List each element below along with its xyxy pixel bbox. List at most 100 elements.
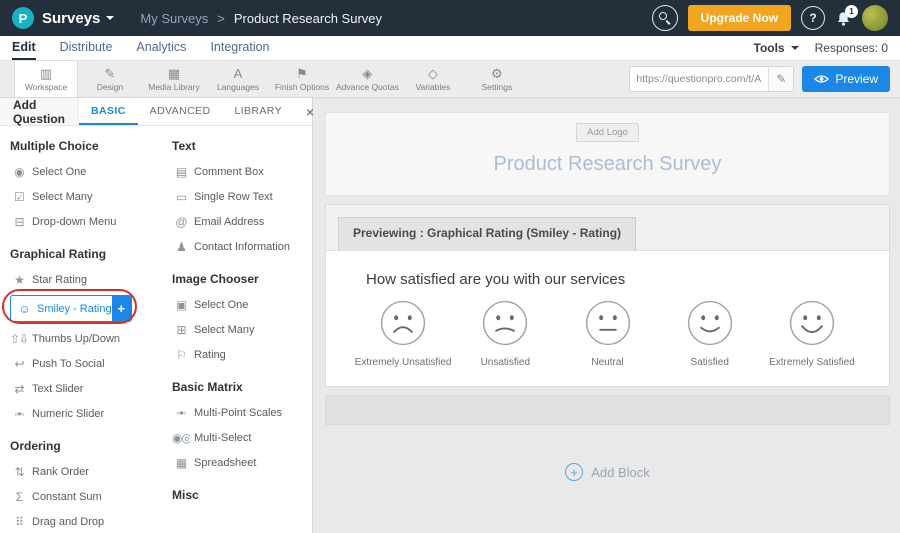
pencil-icon: ✎ [776, 72, 786, 86]
add-block-label: Add Block [591, 465, 650, 480]
breadcrumb: My Surveys > Product Research Survey [140, 11, 382, 26]
tab-integration[interactable]: Integration [210, 36, 269, 60]
question-type-multi-point-scales[interactable]: ◦•◦Multi-Point Scales [172, 400, 312, 425]
add-block-button[interactable]: + Add Block [325, 463, 890, 481]
survey-url-input[interactable] [630, 67, 768, 91]
question-type-label: Text Slider [32, 383, 83, 395]
question-type-rating[interactable]: ⚐Rating [172, 342, 312, 367]
question-type-select-one[interactable]: ◉ Select One [10, 159, 160, 184]
question-type-rank-order[interactable]: ⇅Rank Order [10, 459, 160, 484]
survey-header-card: Add Logo Product Research Survey [325, 112, 890, 196]
question-type-smiley-rating[interactable]: ☺Smiley - Rating+ [10, 295, 132, 322]
radio-icon: ◉ [10, 165, 28, 179]
question-type-select-one[interactable]: ▣Select One [172, 292, 312, 317]
smiley-option-satisfied[interactable]: Satisfied [659, 300, 761, 368]
add-logo-button[interactable]: Add Logo [576, 123, 639, 142]
breadcrumb-my-surveys[interactable]: My Surveys [140, 11, 208, 26]
share-icon: ↩ [10, 357, 28, 371]
tools-menu[interactable]: Tools [754, 41, 799, 55]
preview-header: Previewing : Graphical Rating (Smiley - … [326, 205, 889, 251]
question-type-contact-information[interactable]: ♟Contact Information [172, 234, 312, 259]
workspace: Add Question BASICADVANCEDLIBRARY × Mult… [0, 98, 900, 533]
question-type-label: Select Many [32, 191, 93, 203]
question-type-select-many[interactable]: ☑Select Many [10, 184, 160, 209]
surveys-menu[interactable]: Surveys [42, 10, 114, 27]
toolbar-item-languages[interactable]: ALanguages [206, 61, 270, 97]
question-type-multi-select[interactable]: ◉◎Multi-Select [172, 425, 312, 450]
happy-smiley-icon [687, 300, 733, 346]
smiley-option-extremely-unsatisfied[interactable]: Extremely Unsatisfied [352, 300, 454, 368]
add-question-panel: Add Question BASICADVANCEDLIBRARY × Mult… [0, 98, 313, 533]
previewing-tab[interactable]: Previewing : Graphical Rating (Smiley - … [338, 217, 636, 250]
question-type-label: Star Rating [32, 274, 87, 286]
question-type-select-many[interactable]: ⊞ Select Many [172, 317, 312, 342]
tab-library[interactable]: LIBRARY [222, 98, 294, 125]
text-slider-icon: ⇄ [10, 382, 28, 396]
toolbar-item-finish-options[interactable]: ⚑Finish Options [270, 61, 334, 97]
toolbar-item-workspace[interactable]: ▥Workspace [14, 61, 78, 97]
breadcrumb-separator: > [217, 11, 225, 26]
search-icon [659, 12, 667, 20]
question-type-star-rating[interactable]: ★ Star Rating [10, 267, 160, 292]
toolbar-item-design[interactable]: ✎Design [78, 61, 142, 97]
rank-order-icon: ⇅ [10, 465, 28, 479]
star-icon: ★ [10, 273, 28, 287]
avatar[interactable] [862, 5, 888, 31]
toolbar-item-settings[interactable]: ⚙Settings [465, 61, 529, 97]
smiley-option-label: Unsatisfied [481, 357, 530, 368]
question-type-comment-box[interactable]: ▤Comment Box [172, 159, 312, 184]
question-text[interactable]: How satisfied are you with our services [326, 251, 889, 290]
help-button[interactable]: ? [801, 6, 825, 30]
question-mark-icon: ? [809, 11, 816, 25]
smiley-option-extremely-satisfied[interactable]: Extremely Satisfied [761, 300, 863, 368]
tab-basic[interactable]: BASIC [79, 98, 138, 125]
question-type-label: Select One [32, 166, 86, 178]
toolbar-item-media-library[interactable]: ▦Media Library [142, 61, 206, 97]
neutral-smiley-icon [585, 300, 631, 346]
image-select-many-icon: ⊞ [172, 323, 190, 337]
smiley-option-unsatisfied[interactable]: Unsatisfied [454, 300, 556, 368]
upgrade-button[interactable]: Upgrade Now [688, 5, 791, 31]
tab-advanced[interactable]: ADVANCED [138, 98, 223, 125]
smiley-option-label: Extremely Satisfied [769, 357, 855, 368]
multi-point-scales-icon: ◦•◦ [172, 406, 190, 420]
question-type-drag-and-drop[interactable]: ⠿Drag and Drop [10, 509, 160, 533]
questionpro-app: P Surveys My Surveys > Product Research … [0, 0, 900, 533]
question-type-constant-sum[interactable]: ΣConstant Sum [10, 484, 160, 509]
survey-nav: Edit Distribute Analytics Integration Tools… [0, 36, 900, 61]
sidebar-column-2: Text▤Comment Box▭Single Row Text@Email A… [160, 126, 312, 533]
question-type-drop-down-menu[interactable]: ⊟Drop-down Menu [10, 209, 160, 234]
tab-analytics[interactable]: Analytics [136, 36, 186, 60]
tab-distribute[interactable]: Distribute [60, 36, 113, 60]
nav-right: Tools Responses: 0 [754, 41, 889, 55]
question-type-text-slider[interactable]: ⇄ Text Slider [10, 376, 160, 401]
question-type-single-row-text[interactable]: ▭Single Row Text [172, 184, 312, 209]
edit-url-button[interactable]: ✎ [768, 67, 793, 91]
question-type-thumbs-up-down[interactable]: ⇧⇩Thumbs Up/Down [10, 326, 160, 351]
question-type-email-address[interactable]: @ Email Address [172, 209, 312, 234]
question-type-numeric-slider[interactable]: ◦•◦Numeric Slider [10, 401, 160, 426]
question-type-push-to-social[interactable]: ↩Push To Social [10, 351, 160, 376]
tab-edit[interactable]: Edit [12, 36, 36, 60]
toolbar-item-variables[interactable]: ◇Variables [401, 61, 465, 97]
preview-button[interactable]: Preview [802, 66, 890, 92]
sidebar-column-1: Multiple Choice◉Select One☑Select Many⊟D… [10, 126, 160, 533]
smiley-option-neutral[interactable]: Neutral [556, 300, 658, 368]
question-type-label: Select Many [194, 324, 255, 336]
questionpro-logo[interactable]: P [12, 7, 34, 29]
question-type-spreadsheet[interactable]: ▦Spreadsheet [172, 450, 312, 475]
toolbar-item-advance-quotas[interactable]: ◈Advance Quotas [334, 61, 401, 97]
section-heading-graphical-rating: Graphical Rating [10, 247, 160, 261]
search-button[interactable] [652, 5, 678, 31]
question-type-label: Multi-Select [194, 432, 251, 444]
add-question-type-button[interactable]: + [112, 296, 131, 321]
section-heading-basic-matrix: Basic Matrix [172, 380, 312, 394]
survey-url-box: ✎ [629, 66, 794, 92]
toolbar-item-label: Advance Quotas [336, 82, 399, 92]
at-icon: @ [172, 215, 190, 229]
smiley-icon: ☺ [15, 302, 33, 316]
survey-canvas: Add Logo Product Research Survey Preview… [313, 98, 900, 533]
question-type-label: Email Address [194, 216, 264, 228]
notifications-button[interactable]: 1 [835, 10, 852, 27]
survey-title[interactable]: Product Research Survey [326, 153, 889, 176]
